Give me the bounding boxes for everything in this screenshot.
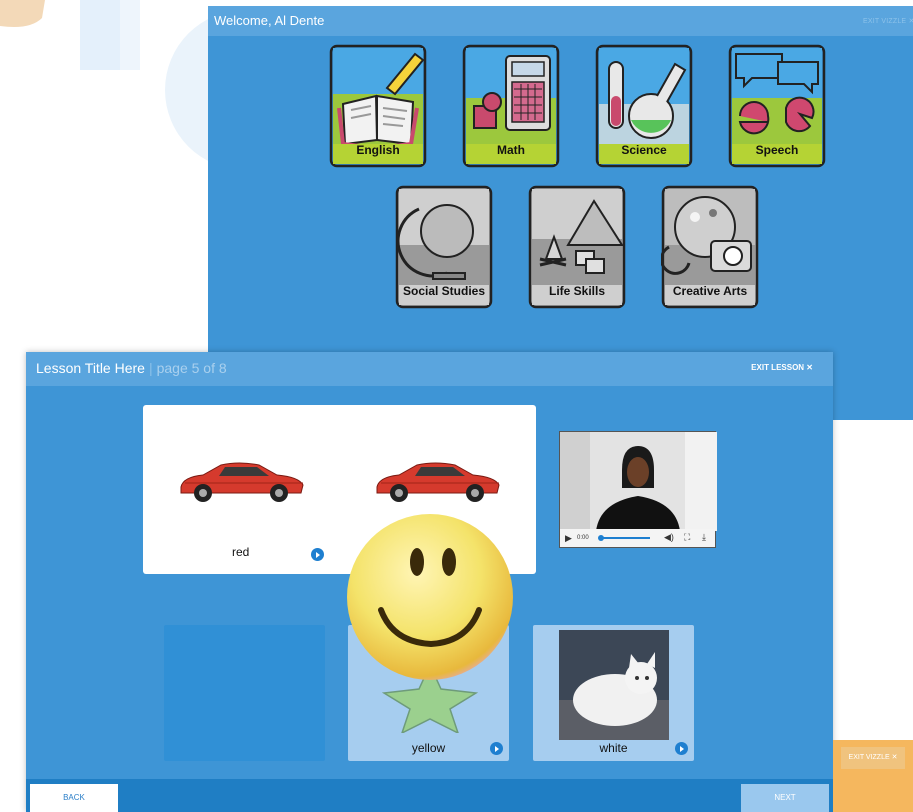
progress-track[interactable] [600, 537, 650, 539]
choice-word: white [599, 741, 628, 755]
exit-lesson-button[interactable]: EXIT LESSON ✕ [751, 363, 813, 372]
video-time: 0:00 [577, 535, 589, 541]
subject-tile-english[interactable]: English [329, 44, 427, 168]
play-audio-icon[interactable] [311, 548, 324, 561]
tile-label: Life Skills [548, 284, 606, 298]
lesson-footer [26, 779, 833, 812]
progress-handle[interactable] [598, 535, 604, 541]
back-button[interactable]: BACK [30, 784, 118, 812]
volume-icon[interactable]: ◀) [664, 532, 674, 543]
lesson-title: Lesson Title Here [36, 360, 145, 376]
play-audio-icon[interactable] [675, 742, 688, 755]
tile-label: English [356, 143, 400, 157]
download-icon[interactable]: ⤓ [702, 532, 706, 543]
tile-label: Social Studies [402, 284, 486, 298]
subject-tile-creative-arts[interactable]: Creative Arts [661, 185, 759, 309]
fullscreen-icon[interactable]: ⛶ [684, 532, 690, 543]
prompt-card: red [143, 405, 536, 574]
tile-label: Science [621, 143, 667, 157]
red-car-image [180, 462, 304, 502]
subject-tile-math[interactable]: Math [462, 44, 560, 168]
video-player[interactable]: ▶ 0:00 ◀) ⛶ ⤓ [559, 431, 717, 548]
menu-header: Welcome, Al Dente EXIT VIZZLE ✕ [208, 6, 913, 36]
lesson-title-bar: Lesson Title Here | page 5 of 8 [36, 360, 227, 376]
signer-video-frame [560, 432, 717, 531]
prompt-word: red [232, 545, 250, 559]
answer-drop-zone[interactable] [164, 625, 325, 761]
subject-tile-social-studies[interactable]: Social Studies [395, 185, 493, 309]
white-cat-image [559, 630, 669, 740]
choice-card-white[interactable]: white [533, 625, 694, 761]
exit-vizzle-button[interactable]: EXIT VIZZLE ✕ [841, 747, 905, 769]
lesson-window: Lesson Title Here | page 5 of 8 EXIT LESSO… [26, 352, 833, 812]
subject-tile-life-skills[interactable]: Life Skills [528, 185, 626, 309]
exit-vizzle-button[interactable]: EXIT VIZZLE ✕ [863, 17, 913, 25]
tile-label: Speech [755, 143, 799, 157]
subject-tile-science[interactable]: Science [595, 44, 693, 168]
play-audio-icon[interactable] [490, 742, 503, 755]
video-controls: ▶ 0:00 ◀) ⛶ ⤓ [560, 529, 715, 547]
background-window-peek: EXIT VIZZLE ✕ [833, 740, 913, 812]
tile-label: Creative Arts [672, 284, 748, 298]
play-icon[interactable]: ▶ [565, 533, 572, 544]
choice-word: yellow [411, 741, 446, 755]
tile-label: Math [497, 143, 525, 157]
title-separator: | [148, 360, 153, 376]
star-icon [382, 665, 478, 733]
lesson-header: Lesson Title Here | page 5 of 8 EXIT LESSO… [26, 352, 833, 386]
choice-card-yellow[interactable]: yellow [348, 625, 509, 761]
next-button[interactable]: NEXT [741, 784, 829, 812]
subject-tile-speech[interactable]: Speech [728, 44, 826, 168]
red-car-image [376, 462, 500, 502]
welcome-text: Welcome, Al Dente [214, 13, 325, 28]
page-indicator: page 5 of 8 [156, 360, 227, 376]
